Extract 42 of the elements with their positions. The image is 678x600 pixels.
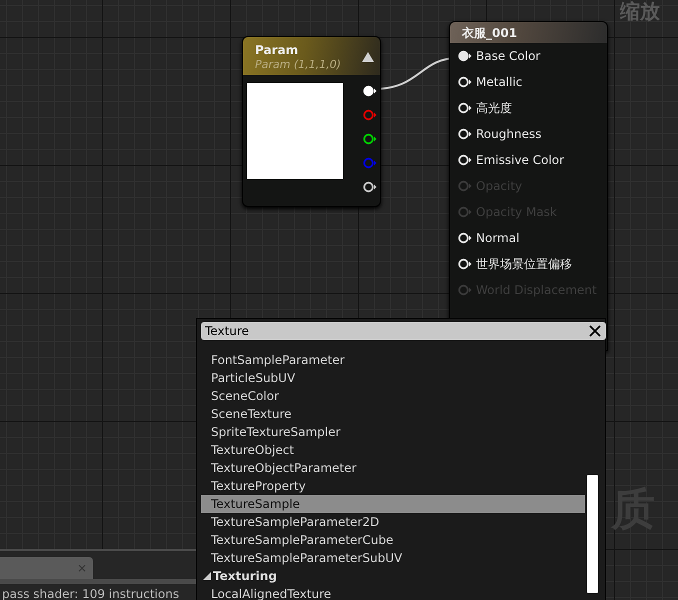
pin-label: Normal (476, 231, 520, 245)
node-list-item[interactable]: TextureProperty (201, 477, 585, 495)
pin-label: 高光度 (476, 100, 512, 116)
search-field[interactable]: Texture (201, 322, 606, 340)
node-title: 衣服_001 (450, 22, 607, 43)
node-list-item[interactable]: TextureSampleParameterSubUV (201, 549, 585, 567)
node-list-item[interactable]: TextureSampleParameter2D (201, 513, 585, 531)
pin-label: Base Color (476, 49, 540, 63)
output-pin-icon[interactable] (363, 133, 377, 145)
collapse-arrow-icon[interactable] (362, 52, 374, 62)
pin-label: Metallic (476, 75, 522, 89)
node-list-item[interactable]: TextureObject (201, 441, 585, 459)
expanded-triangle-icon[interactable] (203, 572, 211, 580)
input-pin-icon[interactable] (458, 50, 472, 62)
node-list-item[interactable]: SceneColor (201, 387, 585, 405)
input-pin-icon[interactable] (458, 180, 472, 192)
pin-label: 世界场景位置偏移 (476, 256, 572, 272)
node-list-item[interactable]: SceneTexture (201, 405, 585, 423)
node-list-item[interactable]: TextureObjectParameter (201, 459, 585, 477)
node-subtitle: Param (1,1,1,0) (255, 56, 341, 72)
output-pin-icon[interactable] (363, 181, 377, 193)
pin-label: Roughness (476, 127, 542, 141)
output-pin-icon[interactable] (363, 85, 377, 97)
clear-icon[interactable] (589, 325, 601, 337)
node-title: Param (255, 42, 300, 56)
node-list-item[interactable]: ParticleSubUV (201, 369, 585, 387)
input-pin-icon[interactable] (458, 284, 472, 296)
node-list-item[interactable]: FontSampleParameter (201, 351, 585, 369)
parameter-node[interactable]: Param Param (1,1,1,0) (242, 36, 381, 207)
node-list-item[interactable]: TextureSampleParameterCube (201, 531, 585, 549)
input-pin-icon[interactable] (458, 206, 472, 218)
node-list-item[interactable]: SpriteTextureSampler (201, 423, 585, 441)
input-pin-icon[interactable] (458, 154, 472, 166)
input-pin-icon[interactable] (458, 232, 472, 244)
pin-label: Emissive Color (476, 153, 564, 167)
input-pin-icon[interactable] (458, 258, 472, 270)
node-list-item[interactable]: TextureSample (201, 495, 585, 513)
input-pin-icon[interactable] (458, 76, 472, 88)
input-pin-icon[interactable] (458, 128, 472, 140)
scrollbar-thumb[interactable] (587, 475, 598, 593)
category-label[interactable]: Texturing (213, 567, 277, 585)
input-pin-icon[interactable] (458, 102, 472, 114)
